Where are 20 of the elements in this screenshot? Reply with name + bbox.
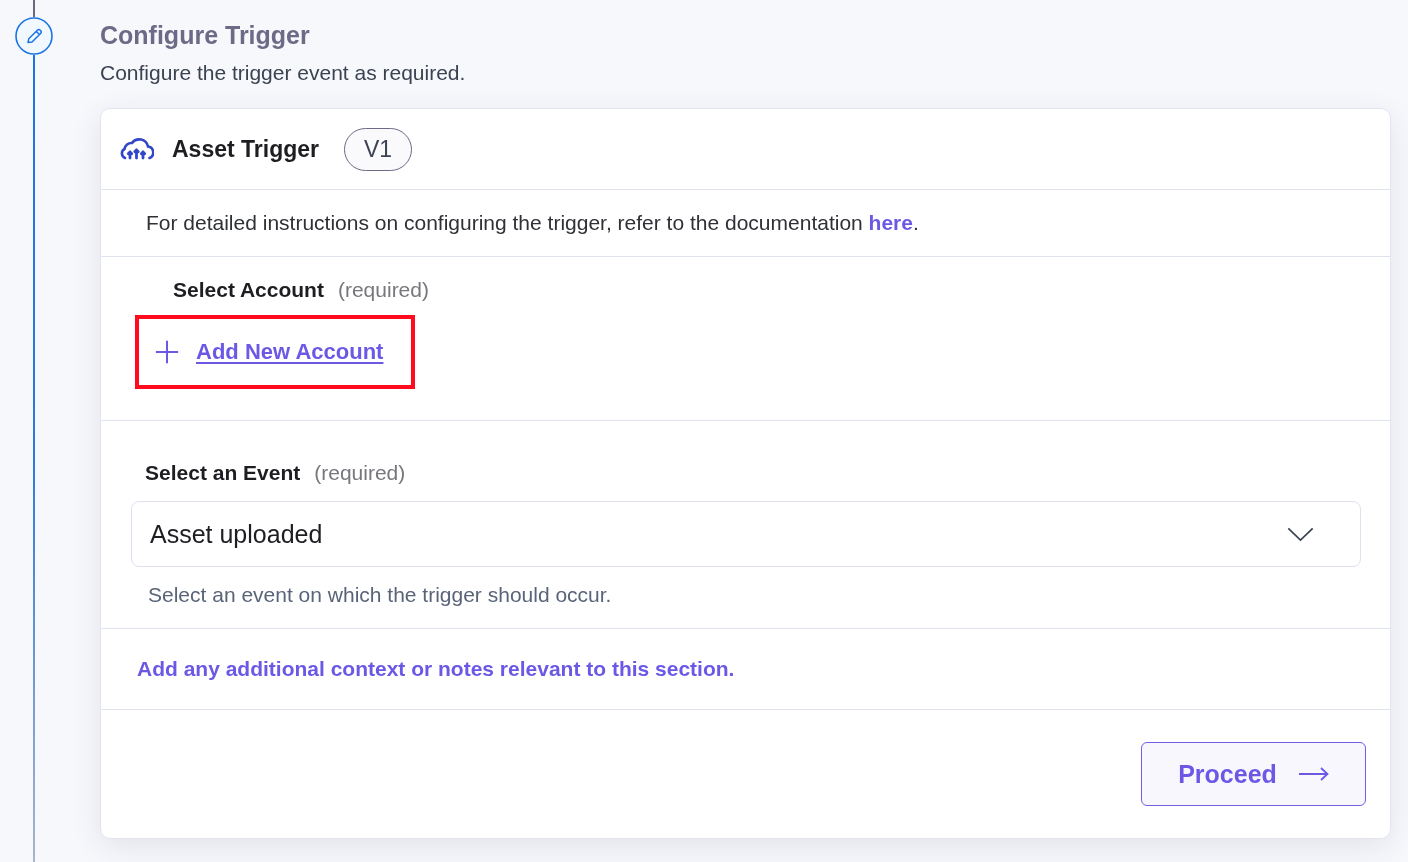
field-label: Select an Event [145, 460, 301, 486]
chevron-down-icon [1287, 526, 1314, 542]
info-text: For detailed instructions on configuring the trigger, refer to the documentation here. [146, 211, 919, 235]
required-hint: (required) [314, 460, 406, 486]
arrow-right-icon [1298, 767, 1329, 781]
cloud-icon [120, 137, 154, 161]
field-label: Select Account [173, 277, 324, 303]
field-hint: Select an event on which the trigger should occur. [148, 582, 613, 608]
card-title: Asset Trigger [172, 135, 319, 163]
add-account-link[interactable]: Add New Account [196, 339, 384, 365]
event-select[interactable]: Asset uploaded [131, 501, 1361, 567]
timeline-line [33, 0, 35, 17]
step-subtitle: Configure the trigger event as required. [100, 60, 467, 86]
documentation-link[interactable]: here [868, 211, 913, 234]
proceed-button[interactable]: Proceed [1141, 742, 1366, 806]
notes-link[interactable]: Add any additional context or notes relevant to this section. [137, 657, 735, 681]
version-badge: V1 [344, 127, 413, 171]
step-title: Configure Trigger [100, 20, 311, 51]
required-hint: (required) [337, 277, 429, 303]
plus-icon [154, 339, 180, 365]
